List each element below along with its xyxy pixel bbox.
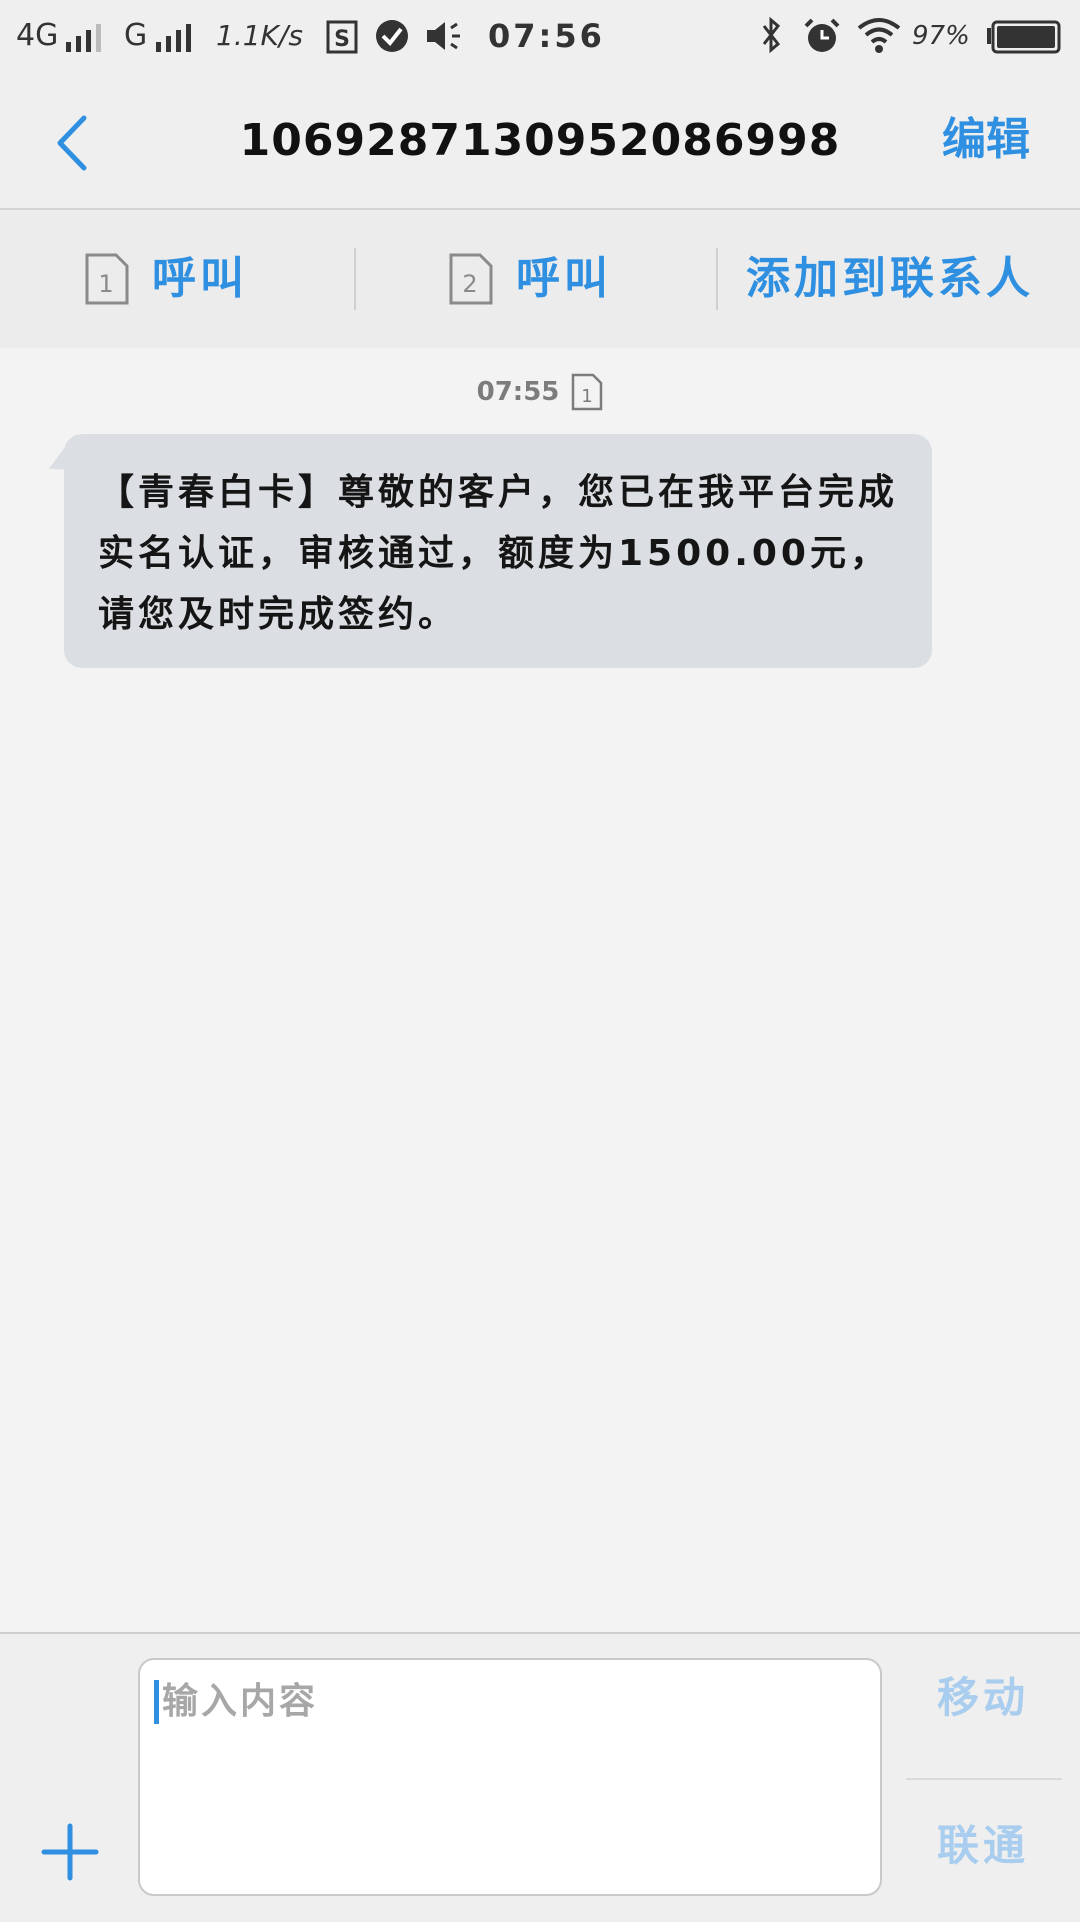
svg-text:S: S — [334, 27, 350, 52]
check-circle-icon — [376, 20, 408, 52]
carrier-divider — [906, 1778, 1062, 1780]
wifi-icon — [857, 18, 901, 53]
back-arrow-icon[interactable] — [48, 108, 108, 178]
action-divider — [716, 248, 718, 310]
sim-card-icon: 2 — [449, 253, 493, 305]
message-input[interactable]: 输入内容 — [138, 1658, 882, 1896]
signal-strength-icon — [66, 24, 101, 52]
message-composer: 输入内容 移动 联通 — [0, 1632, 1080, 1922]
call-sim2-label: 呼叫 — [516, 253, 612, 304]
message-timestamp: 07:55 1 — [0, 370, 1080, 414]
svg-text:2: 2 — [462, 270, 477, 298]
battery-percent: 97% — [912, 21, 970, 51]
status-bar: 4G G 1.1K/s S 07:56 97% — [0, 0, 1080, 72]
sim-card-icon: 1 — [572, 373, 603, 411]
message-input-placeholder: 输入内容 — [162, 1681, 319, 1722]
conversation-header: 1069287130952086998 编辑 — [0, 72, 1080, 210]
volume-icon — [427, 22, 460, 50]
contact-number-title: 1069287130952086998 — [239, 115, 841, 166]
network-speed: 1.1K/s — [216, 19, 303, 52]
network-type-1: 4G — [16, 18, 59, 53]
add-to-contacts-button[interactable]: 添加到联系人 — [746, 210, 1034, 348]
signal-strength-icon — [156, 24, 191, 52]
call-sim1-button[interactable]: 1 呼叫 — [84, 210, 248, 348]
plus-icon[interactable] — [40, 1822, 100, 1882]
svg-text:1: 1 — [98, 270, 113, 298]
call-sim1-label: 呼叫 — [152, 253, 248, 304]
contact-action-bar: 1 呼叫 2 呼叫 添加到联系人 — [0, 210, 1080, 348]
battery-icon — [987, 20, 1061, 54]
clock: 07:56 — [488, 17, 605, 55]
action-divider — [354, 248, 356, 310]
incoming-message-bubble[interactable]: 【青春白卡】尊敬的客户，您已在我平台完成实名认证，审核通过，额度为1500.00… — [64, 434, 932, 668]
send-via-mobile-button[interactable]: 移动 — [900, 1670, 1066, 1726]
alarm-icon — [804, 18, 840, 52]
timestamp-text: 07:55 — [476, 377, 560, 407]
edit-button[interactable]: 编辑 — [942, 112, 1030, 168]
add-to-contacts-label: 添加到联系人 — [746, 253, 1034, 304]
svg-text:1: 1 — [582, 386, 593, 407]
sim-app-icon: S — [326, 20, 358, 54]
send-via-unicom-button[interactable]: 联通 — [900, 1818, 1066, 1874]
network-type-2: G — [124, 18, 148, 53]
message-text: 【青春白卡】尊敬的客户，您已在我平台完成实名认证，审核通过，额度为1500.00… — [98, 472, 899, 635]
sim-card-icon: 1 — [85, 253, 129, 305]
call-sim2-button[interactable]: 2 呼叫 — [448, 210, 612, 348]
bluetooth-icon — [762, 16, 781, 54]
text-caret — [154, 1680, 159, 1724]
